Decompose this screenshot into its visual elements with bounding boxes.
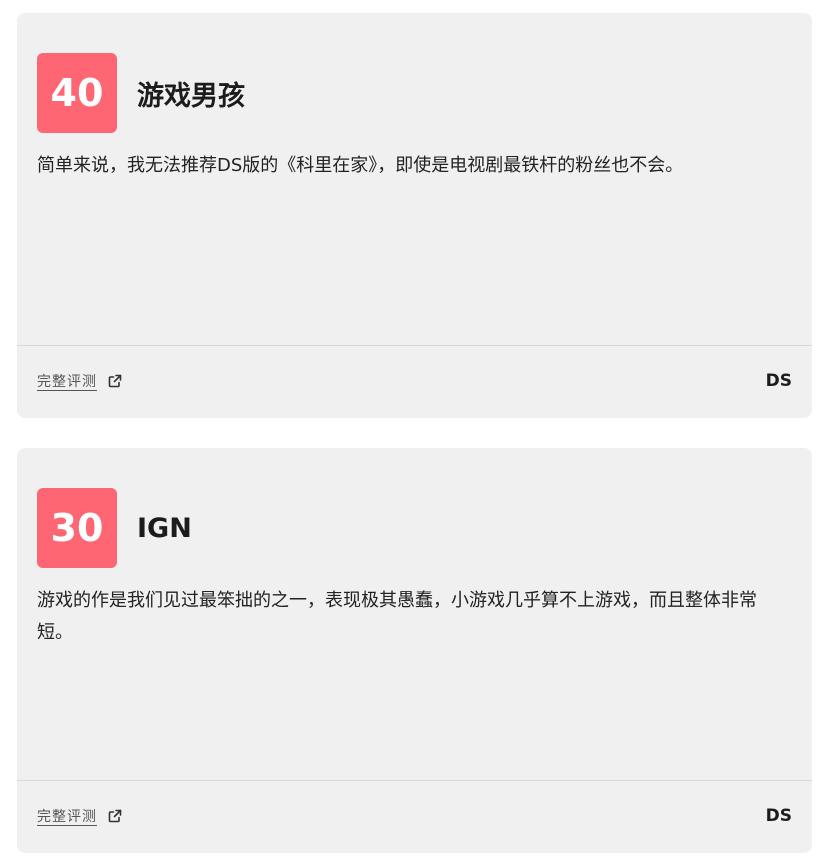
review-header: 40 游戏男孩 [37, 53, 245, 133]
full-review-label: 完整评测 [37, 809, 97, 825]
review-card: 30 IGN 游戏的作是我们见过最笨拙的之一，表现极其愚蠢，小游戏几乎算不上游戏… [17, 448, 812, 853]
review-list: 40 游戏男孩 简单来说，我无法推荐DS版的《科里在家》，即使是电视剧最铁杆的粉… [0, 0, 825, 865]
divider [17, 345, 812, 346]
review-footer: 完整评测 DS [37, 370, 792, 392]
score-badge: 40 [37, 53, 117, 133]
divider [17, 780, 812, 781]
full-review-label: 完整评测 [37, 374, 97, 390]
full-review-link[interactable]: 完整评测 [37, 806, 123, 826]
full-review-link[interactable]: 完整评测 [37, 371, 123, 391]
review-quote: 简单来说，我无法推荐DS版的《科里在家》，即使是电视剧最铁杆的粉丝也不会。 [37, 155, 684, 176]
outlet-name: 游戏男孩 [137, 80, 245, 112]
external-link-icon [107, 808, 123, 824]
review-quote: 游戏的作是我们见过最笨拙的之一，表现极其愚蠢，小游戏几乎算不上游戏，而且整体非常… [37, 590, 757, 643]
outlet-name: IGN [137, 512, 192, 544]
score-badge: 30 [37, 488, 117, 568]
platform-label: DS [765, 806, 792, 826]
review-footer: 完整评测 DS [37, 805, 792, 827]
review-card: 40 游戏男孩 简单来说，我无法推荐DS版的《科里在家》，即使是电视剧最铁杆的粉… [17, 13, 812, 418]
platform-label: DS [765, 371, 792, 391]
review-header: 30 IGN [37, 488, 192, 568]
external-link-icon [107, 373, 123, 389]
